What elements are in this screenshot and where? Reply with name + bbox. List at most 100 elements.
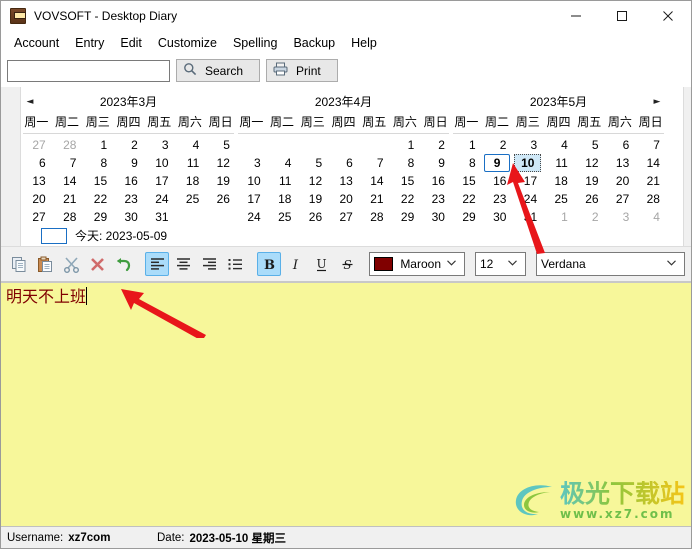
menu-item-spelling[interactable]: Spelling	[225, 33, 285, 53]
calendar-day[interactable]: 31	[512, 208, 543, 226]
calendar-day[interactable]: 2	[420, 136, 451, 154]
align-left-icon[interactable]	[145, 252, 169, 276]
calendar-day[interactable]: 15	[390, 172, 421, 190]
calendar-day[interactable]: 26	[574, 190, 605, 208]
calendar-day[interactable]: 8	[82, 154, 113, 172]
calendar-day[interactable]: 3	[512, 136, 543, 154]
calendar-day[interactable]: 20	[605, 172, 636, 190]
menu-item-entry[interactable]: Entry	[67, 33, 112, 53]
calendar-day[interactable]: 19	[574, 172, 605, 190]
calendar-day[interactable]: 8	[390, 154, 421, 172]
calendar-day[interactable]: 18	[543, 172, 574, 190]
calendar-day[interactable]: 9	[420, 154, 451, 172]
calendar-day[interactable]: 27	[21, 208, 52, 226]
calendar-day[interactable]: 28	[635, 190, 666, 208]
calendar-day[interactable]: 10	[236, 172, 267, 190]
align-center-icon[interactable]	[171, 252, 195, 276]
calendar-day[interactable]: 18	[175, 172, 206, 190]
calendar-day[interactable]: 4	[175, 136, 206, 154]
calendar-day[interactable]: 3	[605, 208, 636, 226]
calendar-day[interactable]: 27	[605, 190, 636, 208]
calendar-day[interactable]: 7	[52, 154, 83, 172]
undo-icon[interactable]	[111, 252, 135, 276]
calendar-day[interactable]: 15	[451, 172, 482, 190]
calendar-day[interactable]: 28	[52, 136, 83, 154]
calendar-day[interactable]: 5	[574, 136, 605, 154]
calendar-day[interactable]: 27	[21, 136, 52, 154]
calendar-day[interactable]: 23	[420, 190, 451, 208]
calendar-day[interactable]: 30	[113, 208, 144, 226]
calendar-day[interactable]: 18	[267, 190, 298, 208]
calendar-day[interactable]: 26	[297, 208, 328, 226]
maximize-icon[interactable]	[599, 1, 645, 31]
calendar-day[interactable]: 29	[451, 208, 482, 226]
calendar-day[interactable]: 1	[451, 136, 482, 154]
calendar-day[interactable]: 13	[21, 172, 52, 190]
calendar-day[interactable]: 19	[205, 172, 236, 190]
calendar-day[interactable]: 29	[390, 208, 421, 226]
calendar-day[interactable]: 21	[635, 172, 666, 190]
calendar-day[interactable]: 25	[175, 190, 206, 208]
calendar-day[interactable]: 14	[52, 172, 83, 190]
search-button[interactable]: Search	[176, 59, 261, 82]
calendar-day[interactable]: 26	[205, 190, 236, 208]
calendar-day[interactable]: 10	[144, 154, 175, 172]
calendar-day[interactable]: 13	[605, 154, 636, 172]
calendar-day[interactable]: 14	[359, 172, 390, 190]
calendar-day[interactable]: 28	[52, 208, 83, 226]
calendar-day[interactable]: 4	[267, 154, 298, 172]
calendar-day[interactable]: 28	[359, 208, 390, 226]
calendar-day[interactable]: 6	[605, 136, 636, 154]
italic-icon[interactable]: I	[283, 252, 307, 276]
diary-text[interactable]: 明天不上班	[1, 283, 691, 526]
calendar-day[interactable]: 14	[635, 154, 666, 172]
calendar-day[interactable]: 7	[359, 154, 390, 172]
calendar-day[interactable]: 25	[543, 190, 574, 208]
calendar-day[interactable]: 8	[451, 154, 482, 172]
calendar-day[interactable]: 24	[144, 190, 175, 208]
calendar-day[interactable]: 11	[175, 154, 206, 172]
calendar-day[interactable]: 5	[297, 154, 328, 172]
menu-item-backup[interactable]: Backup	[285, 33, 343, 53]
close-icon[interactable]	[645, 1, 691, 31]
font-family-select[interactable]: Verdana	[535, 252, 685, 276]
underline-icon[interactable]: U	[309, 252, 333, 276]
copy-icon[interactable]	[7, 252, 31, 276]
calendar-day[interactable]: 24	[512, 190, 543, 208]
calendar-day-today[interactable]: 9	[483, 154, 511, 172]
calendar-day[interactable]: 16	[113, 172, 144, 190]
cut-icon[interactable]	[59, 252, 83, 276]
delete-icon[interactable]	[85, 252, 109, 276]
calendar-day[interactable]: 22	[82, 190, 113, 208]
calendar-day[interactable]: 7	[635, 136, 666, 154]
calendar-day[interactable]: 17	[144, 172, 175, 190]
menu-item-account[interactable]: Account	[6, 33, 67, 53]
align-right-icon[interactable]	[197, 252, 221, 276]
calendar-day[interactable]: 25	[267, 208, 298, 226]
calendar-day[interactable]: 2	[482, 136, 513, 154]
calendar-day[interactable]: 21	[359, 190, 390, 208]
search-input[interactable]	[7, 59, 170, 82]
calendar-day[interactable]: 23	[113, 190, 144, 208]
calendar-day[interactable]: 4	[635, 208, 666, 226]
calendar-day[interactable]: 15	[82, 172, 113, 190]
calendar-day[interactable]: 21	[52, 190, 83, 208]
calendar-day[interactable]: 6	[21, 154, 52, 172]
calendar-day[interactable]: 24	[236, 208, 267, 226]
calendar-day[interactable]: 2	[574, 208, 605, 226]
calendar-day[interactable]: 20	[328, 190, 359, 208]
minimize-icon[interactable]	[553, 1, 599, 31]
text-color-select[interactable]: Maroon	[369, 252, 465, 276]
bullet-list-icon[interactable]	[223, 252, 247, 276]
calendar-day[interactable]: 4	[543, 136, 574, 154]
calendar-day[interactable]: 20	[21, 190, 52, 208]
calendar-prev-arrow-icon[interactable]: ◄	[23, 95, 37, 109]
calendar-day[interactable]: 11	[543, 154, 574, 172]
calendar-day[interactable]: 11	[267, 172, 298, 190]
calendar-day[interactable]: 6	[328, 154, 359, 172]
menu-item-customize[interactable]: Customize	[150, 33, 225, 53]
font-size-select[interactable]: 12	[475, 252, 526, 276]
print-button[interactable]: Print	[266, 59, 338, 82]
calendar-day[interactable]: 16	[482, 172, 513, 190]
calendar-day[interactable]: 1	[82, 136, 113, 154]
